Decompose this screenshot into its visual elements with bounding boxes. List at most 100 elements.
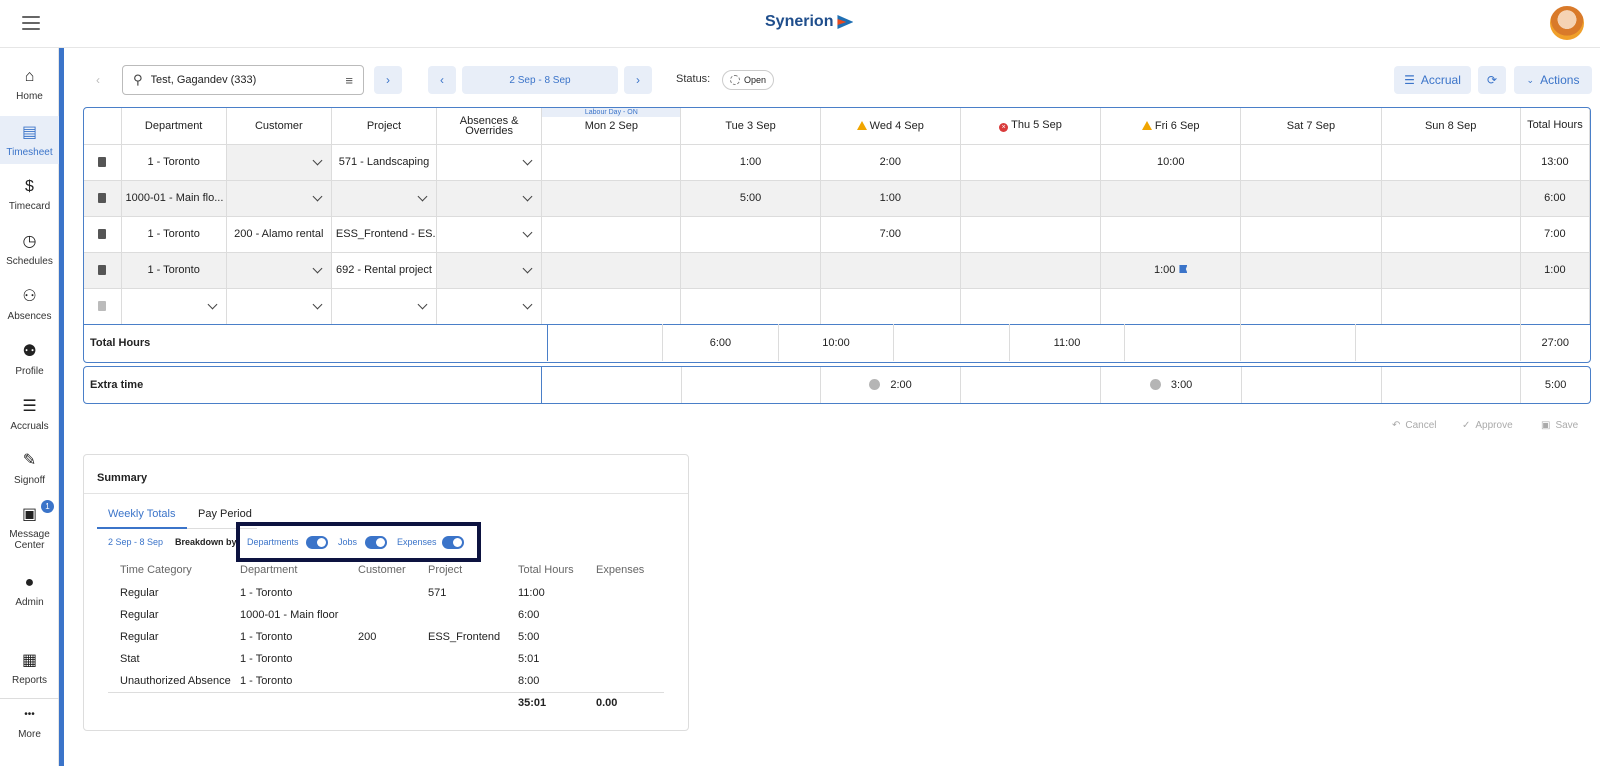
hours-cell[interactable]: 1:00 [820,180,961,217]
col-mon[interactable]: Labour Day - ON Mon 2 Sep [541,108,682,145]
nav-absences[interactable]: ⚇ Absences [0,288,59,328]
hours-cell[interactable] [960,288,1102,325]
hours-cell[interactable] [541,288,682,325]
accrual-button[interactable]: ☰ Accrual [1394,66,1471,94]
employee-search-input[interactable] [150,74,338,86]
col-fri[interactable]: Fri 6 Sep [1100,108,1242,145]
hours-cell[interactable] [1100,216,1242,253]
dept-cell[interactable]: 1000-01 - Main flo... [121,180,227,217]
hours-cell[interactable] [960,252,1102,289]
abs-cell[interactable] [436,288,543,325]
filter-icon[interactable]: ≡ [345,73,353,88]
nav-admin[interactable]: ● Admin [0,574,59,614]
hours-cell[interactable] [1381,180,1521,217]
hours-cell[interactable] [820,288,961,325]
col-thu[interactable]: × Thu 5 Sep [960,108,1102,145]
proj-cell[interactable]: ESS_Frontend - ES... [331,216,438,253]
comment-flag-icon[interactable] [1179,265,1188,273]
nav-message-center[interactable]: ▣ 1 Message Center [0,500,59,556]
approve-button[interactable]: ✓ Approve [1462,420,1513,431]
proj-cell[interactable]: 692 - Rental project [331,252,438,289]
trash-icon[interactable] [98,192,107,203]
hours-cell[interactable] [960,216,1102,253]
nav-timecard[interactable]: $ Timecard [0,178,59,218]
dept-cell[interactable]: 1 - Toronto [121,144,227,181]
toggle-jobs[interactable] [365,536,387,549]
proj-cell[interactable]: 571 - Landscaping [331,144,438,181]
hours-cell[interactable] [1100,180,1242,217]
hours-cell[interactable] [541,216,682,253]
cust-cell[interactable]: 200 - Alamo rental [226,216,332,253]
hours-cell[interactable]: 1:00 [1100,252,1242,289]
col-sun[interactable]: Sun 8 Sep [1381,108,1521,145]
dept-cell[interactable] [121,288,227,325]
hours-cell[interactable] [1240,216,1382,253]
col-sat[interactable]: Sat 7 Sep [1240,108,1382,145]
proj-cell[interactable] [331,180,438,217]
actions-button[interactable]: ⌄ Actions [1514,66,1592,94]
cust-cell[interactable] [226,252,332,289]
nav-home[interactable]: ⌂ Home [0,68,59,108]
nav-signoff[interactable]: ✎ Signoff [0,452,59,492]
cust-cell[interactable] [226,180,332,217]
nav-profile[interactable]: ⚉ Profile [0,343,59,383]
nav-accruals[interactable]: ☰ Accruals [0,398,59,438]
hours-cell[interactable] [1381,216,1521,253]
save-button[interactable]: ▣ Save [1541,420,1578,431]
dept-cell[interactable]: 1 - Toronto [121,252,227,289]
nav-schedules[interactable]: ◷ Schedules [0,233,59,273]
dept-cell[interactable]: 1 - Toronto [121,216,227,253]
hours-cell[interactable] [960,144,1102,181]
nav-more[interactable]: ••• More [0,706,59,746]
hours-cell[interactable] [1381,144,1521,181]
prev-employee-button[interactable]: ‹ [86,66,110,94]
menu-icon[interactable] [22,16,40,30]
refresh-button[interactable]: ⟳ [1478,66,1506,94]
cust-cell[interactable] [226,144,332,181]
hours-cell[interactable] [820,252,961,289]
hours-cell[interactable]: 7:00 [820,216,961,253]
abs-cell[interactable] [436,180,543,217]
tab-pay-period[interactable]: Pay Period [198,508,252,520]
hours-cell[interactable] [960,180,1102,217]
hours-cell[interactable]: 10:00 [1100,144,1242,181]
hours-cell[interactable]: 1:00 [680,144,821,181]
abs-cell[interactable] [436,252,543,289]
col-tue[interactable]: Tue 3 Sep [680,108,821,145]
toggle-departments[interactable] [306,536,328,549]
cancel-button[interactable]: ↶ Cancel [1392,420,1437,431]
nav-timesheet[interactable]: ▤ Timesheet [0,116,59,164]
next-week-button[interactable]: › [624,66,652,94]
trash-icon[interactable] [98,156,107,167]
col-wed[interactable]: Wed 4 Sep [820,108,961,145]
prev-week-button[interactable]: ‹ [428,66,456,94]
abs-cell[interactable] [436,144,543,181]
hours-cell[interactable] [1240,252,1382,289]
avatar[interactable] [1548,4,1586,42]
tab-weekly-totals[interactable]: Weekly Totals [108,508,175,520]
nav-reports[interactable]: ▦ Reports [0,652,59,692]
hours-cell[interactable] [1100,288,1242,325]
hours-cell[interactable]: 2:00 [820,144,961,181]
hours-cell[interactable] [541,180,682,217]
hours-cell[interactable] [1381,252,1521,289]
cust-cell[interactable] [226,288,332,325]
hours-cell[interactable] [1240,180,1382,217]
hours-cell[interactable] [1240,288,1382,325]
hours-cell[interactable] [541,252,682,289]
employee-search[interactable]: ⚲ ≡ [122,65,364,95]
hours-cell[interactable] [541,144,682,181]
hours-cell[interactable] [1381,288,1521,325]
date-range-selector[interactable]: 2 Sep - 8 Sep [462,66,618,94]
next-employee-button[interactable]: › [374,66,402,94]
proj-cell[interactable] [331,288,438,325]
hours-cell[interactable] [680,252,821,289]
hours-cell[interactable] [680,288,821,325]
abs-cell[interactable] [436,216,543,253]
toggle-expenses[interactable] [442,536,464,549]
trash-icon[interactable] [98,228,107,239]
hours-cell[interactable]: 5:00 [680,180,821,217]
trash-icon[interactable] [98,264,107,275]
hours-cell[interactable] [1240,144,1382,181]
hours-cell[interactable] [680,216,821,253]
